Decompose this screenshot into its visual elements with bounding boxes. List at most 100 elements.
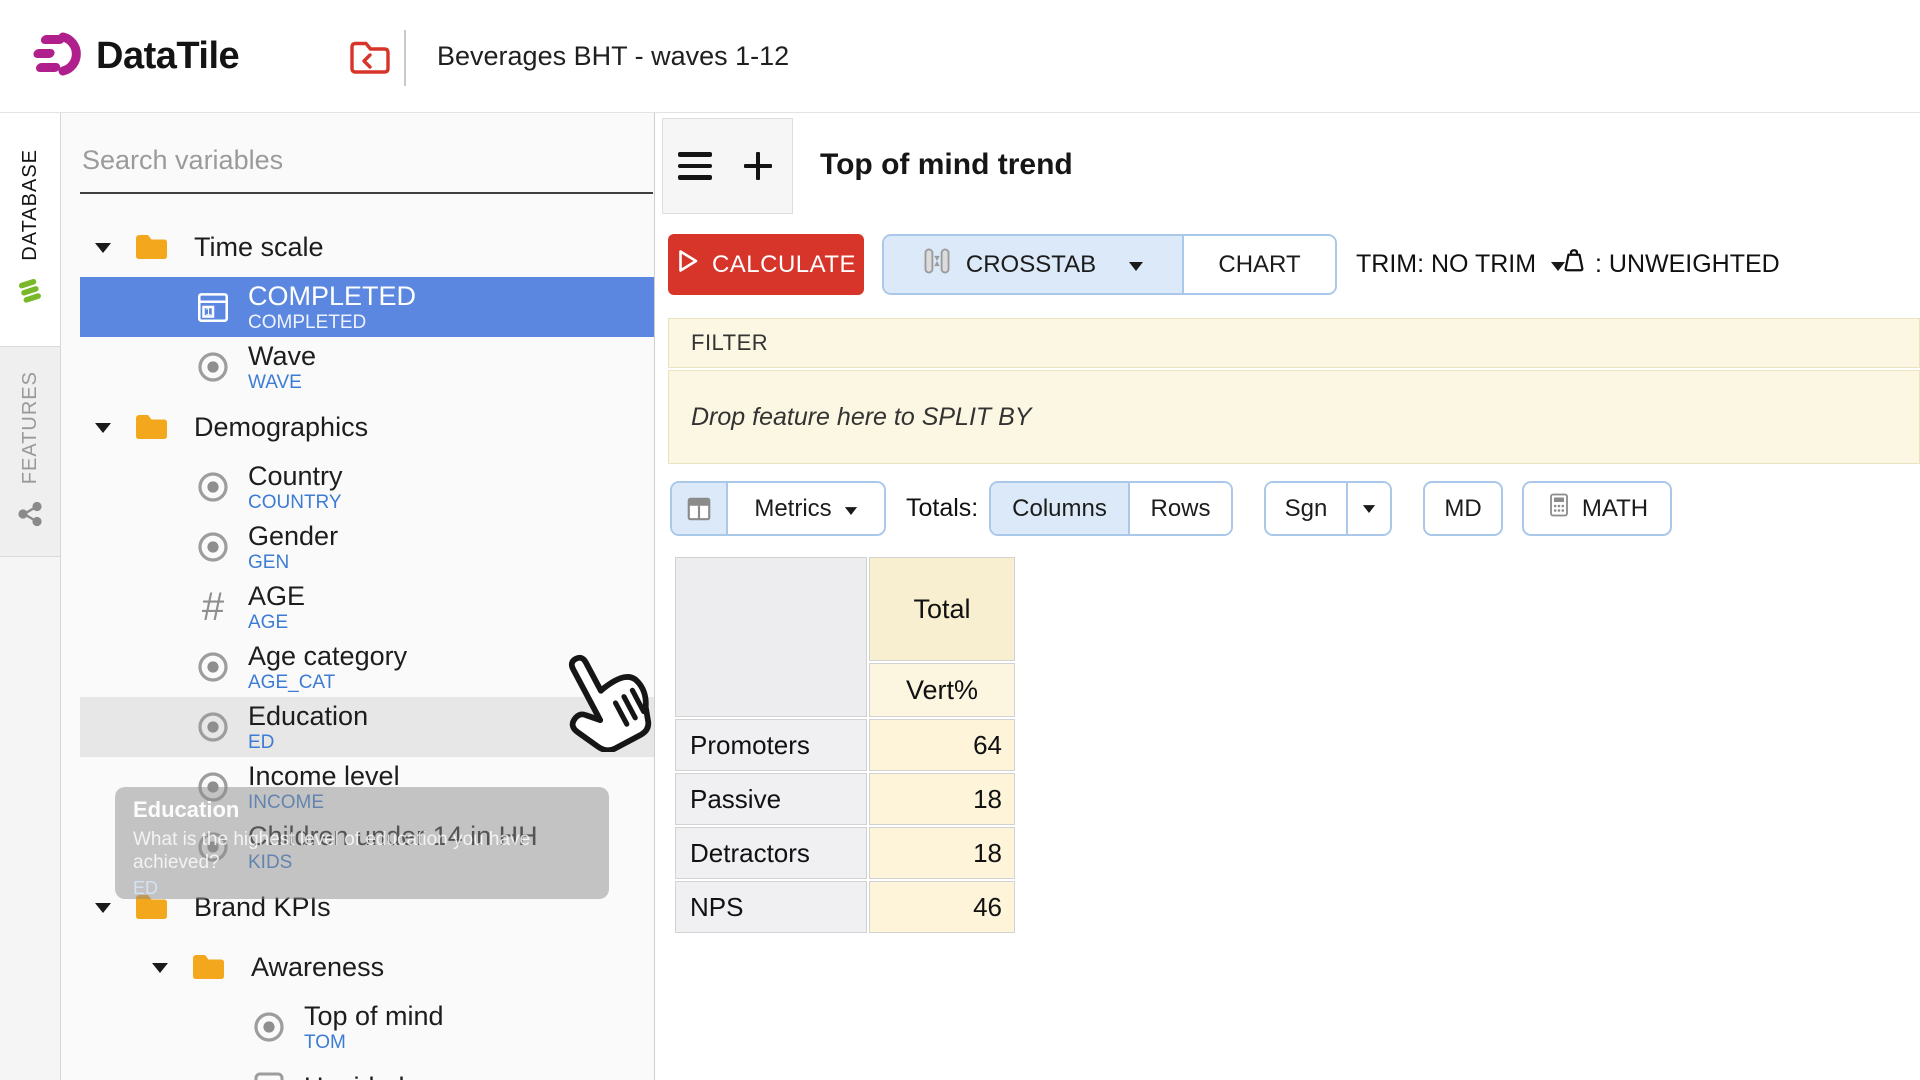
variable-label: Top of mind: [304, 1001, 444, 1032]
checkbox-icon: [250, 1068, 288, 1080]
folder-icon: [134, 232, 168, 262]
variable-label: Education: [248, 701, 368, 732]
tree-item-age[interactable]: #AGEAGE: [80, 577, 655, 637]
crosstab-label: CROSSTAB: [966, 251, 1096, 279]
table-metric-header: Vert%: [869, 663, 1015, 717]
math-button[interactable]: MATH: [1522, 481, 1672, 536]
variable-code: INCOME: [248, 792, 400, 814]
radio-icon: [250, 1008, 288, 1046]
calculate-button[interactable]: CALCULATE: [668, 234, 864, 295]
back-to-projects-button[interactable]: [347, 34, 393, 80]
chevron-down-icon: [1128, 251, 1144, 279]
calculator-icon: [1546, 492, 1572, 525]
tree-folder-awareness[interactable]: Awareness: [80, 937, 655, 997]
rail-tab-features[interactable]: FEATURES: [0, 347, 60, 557]
table-row: NPS46: [675, 881, 1015, 933]
tree-item-top-of-mind[interactable]: Top of mindTOM: [80, 997, 655, 1057]
split-by-drop-zone[interactable]: Drop feature here to SPLIT BY: [668, 370, 1920, 464]
table-cell-value: 46: [869, 881, 1015, 933]
radio-icon: [194, 708, 232, 746]
datatile-logo-icon: [30, 28, 82, 85]
tree-item-income-level[interactable]: Income levelINCOME: [80, 757, 655, 817]
radio-icon: [194, 528, 232, 566]
weight-label: : UNWEIGHTED: [1595, 250, 1780, 279]
caret-down-icon[interactable]: [94, 421, 112, 433]
table-row-label: Passive: [675, 773, 867, 825]
variable-code: AGE: [248, 612, 305, 634]
datatile-logo[interactable]: DataTile: [30, 0, 239, 113]
radio-icon: [194, 828, 232, 866]
crosstab-icon: [922, 246, 952, 283]
variable-label: Gender: [248, 521, 338, 552]
radio-icon: [194, 648, 232, 686]
trim-dropdown[interactable]: TRIM: NO TRIM: [1356, 234, 1566, 295]
results-table: Total Vert% Promoters64Passive18Detracto…: [673, 555, 1017, 935]
weighting-control[interactable]: : UNWEIGHTED: [1559, 234, 1780, 295]
tree-folder-demographics[interactable]: Demographics: [80, 397, 655, 457]
tree-item-completed[interactable]: 1COMPLETEDCOMPLETED: [80, 277, 655, 337]
chevron-down-icon: [844, 495, 858, 523]
metrics-dropdown[interactable]: Metrics: [670, 481, 886, 536]
caret-down-icon[interactable]: [151, 961, 169, 973]
filter-drop-zone[interactable]: FILTER: [668, 318, 1920, 368]
menu-icon[interactable]: [678, 152, 712, 180]
variable-code: GEN: [248, 552, 338, 574]
project-title: Beverages BHT - waves 1-12: [437, 0, 789, 113]
search-variables-input[interactable]: [80, 139, 653, 194]
features-icon: [17, 501, 43, 532]
toolbar: CALCULATE CROSSTAB: [656, 234, 1920, 295]
table-corner-cell: [675, 557, 867, 717]
table-row-label: Promoters: [675, 719, 867, 771]
table-row-label: NPS: [675, 881, 867, 933]
calendar-icon: 1: [194, 288, 232, 326]
sgn-button[interactable]: Sgn: [1266, 483, 1348, 534]
tree-item-wave[interactable]: WaveWAVE: [80, 337, 655, 397]
table-cell-value: 64: [869, 719, 1015, 771]
trim-label: TRIM: NO TRIM: [1356, 250, 1536, 279]
hash-icon: #: [194, 588, 232, 626]
database-tab-label: DATABASE: [19, 149, 42, 261]
tree-folder-brand-kpis[interactable]: Brand KPIs: [80, 877, 655, 937]
table-cell-value: 18: [869, 773, 1015, 825]
logo-text: DataTile: [96, 35, 239, 78]
rail-tab-database[interactable]: DATABASE: [0, 113, 60, 347]
tree-item-country[interactable]: CountryCOUNTRY: [80, 457, 655, 517]
caret-down-icon[interactable]: [94, 241, 112, 253]
tree-item-gender[interactable]: GenderGEN: [80, 517, 655, 577]
table-grid-icon: [672, 483, 728, 534]
tree-item-children-under-14-in-hh[interactable]: Children under 14 in HHKIDS: [80, 817, 655, 877]
workspace: Top of mind trend CALCULATE: [656, 113, 1920, 1080]
totals-rows-button[interactable]: Rows: [1130, 483, 1231, 534]
significance-control: Sgn: [1264, 481, 1392, 536]
variable-code: AGE_CAT: [248, 672, 407, 694]
folder-label: Awareness: [251, 952, 384, 983]
folder-label: Time scale: [194, 232, 324, 263]
caret-down-icon[interactable]: [94, 901, 112, 913]
chart-segment[interactable]: CHART: [1184, 236, 1335, 293]
variable-code: COUNTRY: [248, 492, 343, 514]
variable-label: Age category: [248, 641, 407, 672]
radio-icon: [194, 468, 232, 506]
metrics-label: Metrics: [754, 495, 831, 523]
radio-icon: [194, 768, 232, 806]
tree-item-age-category[interactable]: Age categoryAGE_CAT: [80, 637, 655, 697]
variable-code: WAVE: [248, 372, 316, 394]
table-column-header: Total: [869, 557, 1015, 661]
crosstab-segment[interactable]: CROSSTAB: [884, 236, 1184, 293]
tree-folder-time-scale[interactable]: Time scale: [80, 217, 655, 277]
folder-icon: [134, 412, 168, 442]
database-icon: [16, 277, 44, 310]
tree-item-unaided-awareness[interactable]: Unaided awareness: [80, 1057, 655, 1080]
header-divider: [404, 30, 406, 86]
add-tab-icon[interactable]: [738, 146, 778, 186]
md-button[interactable]: MD: [1423, 481, 1503, 536]
folder-icon: [134, 892, 168, 922]
totals-columns-button[interactable]: Columns: [991, 483, 1130, 534]
totals-label: Totals:: [906, 481, 978, 536]
table-cell-value: 18: [869, 827, 1015, 879]
tree-item-education[interactable]: EducationED: [80, 697, 655, 757]
view-mode-selector: CROSSTAB CHART: [882, 234, 1337, 295]
sgn-dropdown-caret[interactable]: [1348, 483, 1390, 534]
filter-label: FILTER: [691, 330, 768, 356]
folder-label: Brand KPIs: [194, 892, 331, 923]
